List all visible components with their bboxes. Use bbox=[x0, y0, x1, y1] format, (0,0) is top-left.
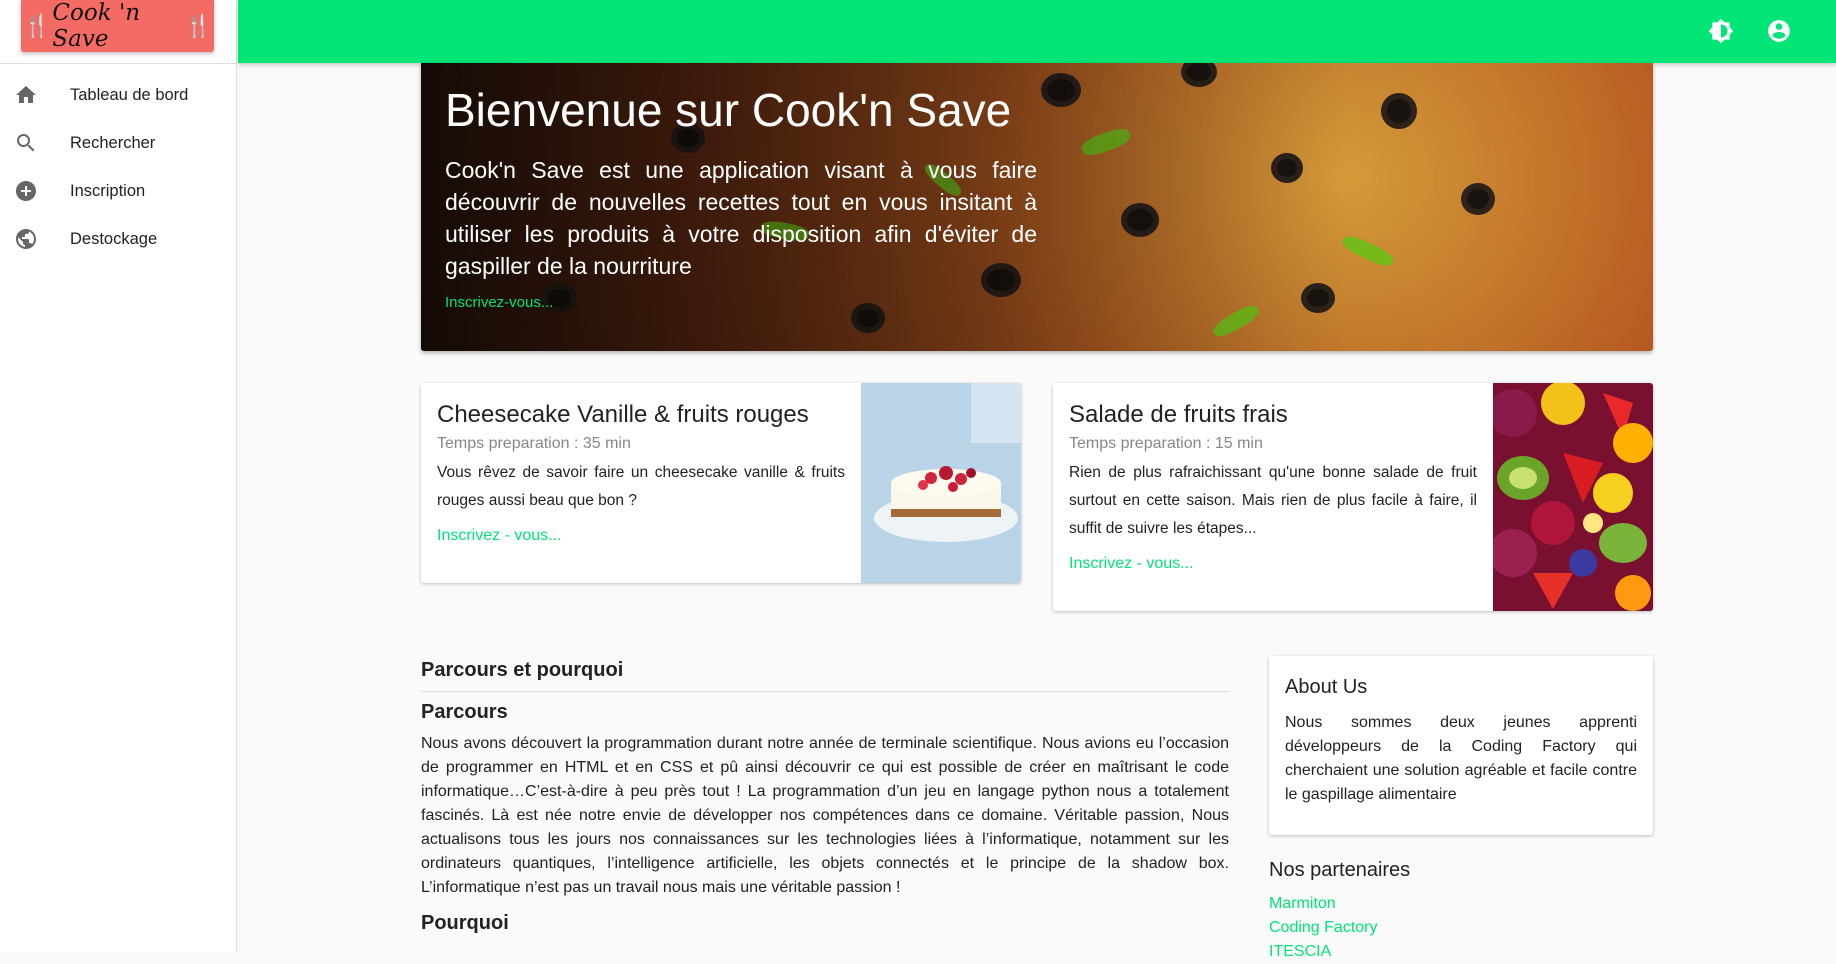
card-prep-time: Temps preparation : 35 min bbox=[437, 435, 631, 452]
utensils-icon: 🍴 bbox=[184, 13, 212, 39]
globe-icon bbox=[0, 227, 70, 251]
cheesecake-image bbox=[861, 383, 1021, 583]
parcours-text: Nous avons découvert la programmation du… bbox=[421, 735, 1229, 896]
about-text: Nous sommes deux jeunes apprenti dévelop… bbox=[1285, 714, 1637, 803]
recipe-card-fruit-salad[interactable]: Salade de fruits frais Temps preparation… bbox=[1053, 383, 1653, 611]
sidebar-item-destockage[interactable]: Destockage bbox=[0, 215, 236, 263]
parcours-section: Parcours et pourquoi Parcours Nous avons… bbox=[421, 659, 1229, 943]
card-signup-link[interactable]: Inscrivez - vous... bbox=[437, 527, 845, 545]
sidebar-item-label: Inscription bbox=[70, 181, 146, 200]
home-icon bbox=[0, 83, 70, 107]
card-title: Salade de fruits frais bbox=[1069, 401, 1288, 428]
sidebar-nav: Tableau de bord Rechercher Inscription D… bbox=[0, 71, 236, 263]
card-body: Cheesecake Vanille & fruits rouges Temps… bbox=[437, 401, 845, 545]
card-prep-time: Temps preparation : 15 min bbox=[1069, 435, 1263, 452]
hero-signup-link[interactable]: Inscrivez-vous... bbox=[445, 294, 1037, 311]
hero-text: Bienvenue sur Cook'n Save Cook'n Save es… bbox=[445, 85, 1037, 311]
partners-section: Nos partenaires Marmiton Coding Factory … bbox=[1269, 859, 1653, 964]
logo-text: Cook 'n Save bbox=[52, 0, 141, 52]
sidebar-item-tableau-de-bord[interactable]: Tableau de bord bbox=[0, 71, 236, 119]
pourquoi-title: Pourquoi bbox=[421, 912, 509, 934]
partners-title: Nos partenaires bbox=[1269, 859, 1411, 881]
card-description: Vous rêvez de savoir faire un cheesecake… bbox=[437, 464, 845, 509]
card-description: Rien de plus rafraichissant qu'une bonne… bbox=[1069, 464, 1477, 537]
card-body: Salade de fruits frais Temps preparation… bbox=[1069, 401, 1477, 573]
utensils-icon: 🍴 bbox=[23, 13, 51, 39]
sidebar-item-inscription[interactable]: Inscription bbox=[0, 167, 236, 215]
sidebar-item-rechercher[interactable]: Rechercher bbox=[0, 119, 236, 167]
hero-banner: Bienvenue sur Cook'n Save Cook'n Save es… bbox=[421, 63, 1653, 351]
sidebar-item-label: Tableau de bord bbox=[70, 85, 189, 104]
brightness-icon[interactable] bbox=[1708, 18, 1736, 46]
recipe-card-cheesecake[interactable]: Cheesecake Vanille & fruits rouges Temps… bbox=[421, 383, 1021, 583]
app-logo[interactable]: 🍴 Cook 'n Save 🍴 bbox=[21, 0, 214, 52]
partner-link-marmiton[interactable]: Marmiton bbox=[1269, 892, 1653, 916]
sidebar-item-label: Rechercher bbox=[70, 133, 156, 152]
hero-description: Cook'n Save est une application visant à… bbox=[445, 156, 1037, 279]
search-icon bbox=[0, 131, 70, 155]
card-signup-link[interactable]: Inscrivez - vous... bbox=[1069, 555, 1477, 573]
section-heading: Parcours et pourquoi bbox=[421, 659, 1229, 692]
hero-title: Bienvenue sur Cook'n Save bbox=[445, 84, 1012, 136]
logo-area: 🍴 Cook 'n Save 🍴 bbox=[0, 0, 236, 64]
fruit-salad-image bbox=[1489, 383, 1653, 611]
about-us-card: About Us Nous sommes deux jeunes apprent… bbox=[1269, 656, 1653, 835]
about-title: About Us bbox=[1285, 676, 1368, 698]
account-circle-icon[interactable] bbox=[1766, 18, 1794, 46]
sidebar-item-label: Destockage bbox=[70, 229, 158, 248]
parcours-title: Parcours bbox=[421, 701, 508, 723]
card-title: Cheesecake Vanille & fruits rouges bbox=[437, 401, 809, 428]
add-circle-icon bbox=[0, 179, 70, 203]
partner-link-coding-factory[interactable]: Coding Factory bbox=[1269, 916, 1653, 940]
partner-link-itescia[interactable]: ITESCIA bbox=[1269, 940, 1653, 964]
sidebar: 🍴 Cook 'n Save 🍴 Tableau de bord Recherc… bbox=[0, 0, 237, 952]
top-app-bar bbox=[238, 0, 1836, 63]
